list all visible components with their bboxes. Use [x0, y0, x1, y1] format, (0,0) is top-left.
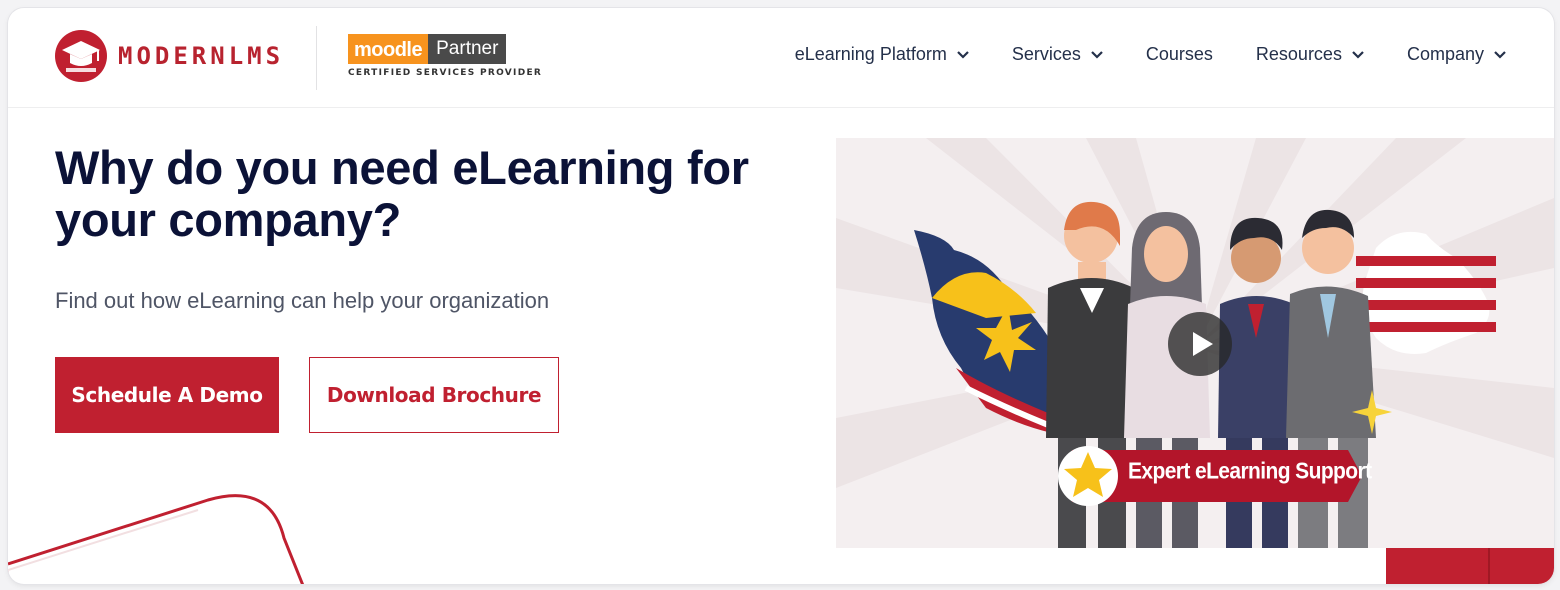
logo-wordmark: MODERNLMS — [118, 42, 285, 70]
chevron-down-icon — [1091, 50, 1103, 59]
nav-item-courses[interactable]: Courses — [1146, 44, 1213, 65]
hero-title: Why do you need eLearning for your compa… — [55, 142, 815, 246]
hero-title-line-1: Why do you need eLearning for — [55, 141, 749, 194]
graduation-cap-icon — [55, 30, 107, 82]
video-banner-text: Expert eLearning Support — [1128, 458, 1372, 485]
video-play-button[interactable] — [1168, 312, 1232, 376]
brand-logo[interactable]: MODERNLMS — [54, 28, 284, 84]
nav-item-elearning-platform[interactable]: eLearning Platform — [795, 44, 969, 65]
nav-label: Resources — [1255, 44, 1342, 64]
header-divider — [316, 26, 317, 90]
partner-subtitle: CERTIFIED SERVICES PROVIDER — [348, 68, 543, 78]
moodle-partner-badge: moodle Partner CERTIFIED SERVICES PROVID… — [348, 34, 542, 78]
nav-item-company[interactable]: Company — [1407, 44, 1506, 65]
chevron-down-icon — [957, 50, 969, 59]
intro-video[interactable]: Expert eLearning Support — [836, 138, 1554, 548]
play-icon — [1193, 332, 1213, 356]
hero-title-line-2: your company? — [55, 193, 402, 246]
chevron-down-icon — [1494, 50, 1506, 59]
decorative-red-block — [1386, 548, 1554, 584]
partner-label: Partner — [428, 34, 507, 64]
nav-label: Courses — [1145, 44, 1213, 64]
page-frame: MODERNLMS moodle Partner CERTIFIED SERVI… — [8, 8, 1554, 584]
main-nav: eLearning Platform Services Courses Reso… — [752, 44, 1506, 65]
schedule-demo-button[interactable]: Schedule A Demo — [55, 357, 279, 433]
hero-subtitle: Find out how eLearning can help your org… — [55, 288, 550, 313]
download-brochure-button[interactable]: Download Brochure — [309, 357, 559, 433]
nav-item-services[interactable]: Services — [1012, 44, 1103, 65]
chevron-down-icon — [1352, 50, 1364, 59]
moodle-wordmark: moodle — [348, 34, 429, 64]
nav-item-resources[interactable]: Resources — [1256, 44, 1364, 65]
decorative-curve — [8, 494, 305, 584]
nav-label: Company — [1406, 44, 1484, 64]
nav-label: eLearning Platform — [794, 44, 947, 64]
decorative-divider — [1488, 548, 1490, 584]
site-header: MODERNLMS moodle Partner CERTIFIED SERVI… — [8, 8, 1554, 108]
nav-label: Services — [1011, 44, 1081, 64]
